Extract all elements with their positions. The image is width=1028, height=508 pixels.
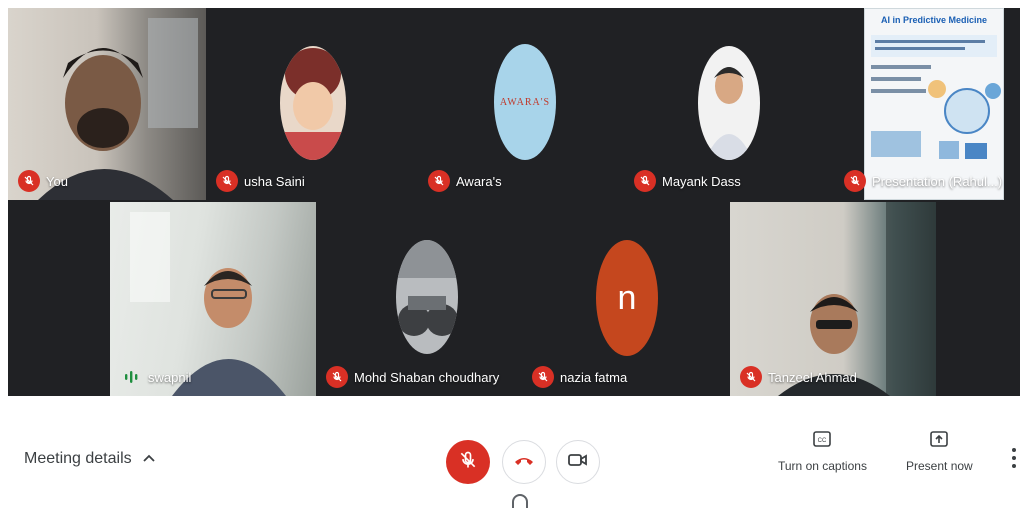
closed-caption-icon: CC [812,430,832,451]
avatar-initial: n [617,278,637,317]
slide-title: AI in Predictive Medicine [880,15,988,25]
avatar [698,46,760,160]
mic-off-icon [326,366,348,388]
tile-presentation-label: Presentation (Rahul...) [844,170,1002,192]
videocam-icon [568,452,588,473]
turn-on-captions-button[interactable]: CC Turn on captions [778,430,867,473]
avatar [280,46,346,160]
tile-tanzeel-ahmad-label: Tanzeel Ahmad [740,366,857,388]
tile-usha-saini-label: usha Saini [216,170,305,192]
bottom-control-bar: Meeting details CC Turn on captions Pres… [0,400,1028,508]
participant-name: Mayank Dass [662,173,741,189]
tile-you[interactable]: You [8,8,206,200]
mic-off-icon [428,170,450,192]
mic-off-icon [532,366,554,388]
svg-text:CC: CC [818,438,827,444]
mic-off-icon [18,170,40,192]
meeting-details-label: Meeting details [24,450,132,467]
avatar: n [596,240,658,356]
tile-awaras-label: Awara's [428,170,502,192]
tile-mayank-dass-label: Mayank Dass [634,170,741,192]
mic-toggle-button[interactable] [446,440,490,484]
tile-usha-saini[interactable]: usha Saini [206,8,418,200]
participant-name: nazia fatma [560,369,628,385]
more-controls-handle[interactable] [512,494,528,508]
participant-name: Presentation (Rahul...) [872,173,1003,189]
speaking-indicator-icon [120,366,142,388]
participant-grid: You usha Saini AWARA'S Awara's Mayank Da… [8,8,1020,396]
tile-swapnil[interactable]: swapnil [110,202,316,396]
mic-off-icon [844,170,866,192]
avatar [396,240,458,354]
avatar: AWARA'S [494,44,556,160]
mic-off-icon [216,170,238,192]
captions-label: Turn on captions [778,459,867,473]
participant-name: Awara's [456,173,502,189]
present-label: Present now [906,459,973,473]
grid-filler-left [8,202,110,396]
mic-off-icon [634,170,656,192]
participant-name: Tanzeel Ahmad [768,369,857,385]
tile-mohd-shaban-choudhary[interactable]: Mohd Shaban choudhary [316,202,522,396]
tile-awaras[interactable]: AWARA'S Awara's [418,8,624,200]
tile-you-label: You [18,170,68,192]
tile-mayank-dass[interactable]: Mayank Dass [624,8,834,200]
participant-name: usha Saini [244,173,305,189]
participant-name: You [46,173,68,189]
meeting-details-button[interactable]: Meeting details [24,450,156,468]
present-now-button[interactable]: Present now [906,430,973,473]
participant-name: Mohd Shaban choudhary [354,369,500,385]
awaras-logo-text: AWARA'S [499,96,551,108]
tile-swapnil-label: swapnil [120,366,191,388]
meeting-stage: You usha Saini AWARA'S Awara's Mayank Da… [0,0,1028,400]
more-options-button[interactable] [1008,446,1020,470]
leave-call-button[interactable] [502,440,546,484]
grid-filler-right [936,202,1020,396]
more-vert-icon [1008,448,1020,474]
mic-off-icon [740,366,762,388]
mic-off-icon [458,450,478,475]
tile-nazia-fatma-label: nazia fatma [532,366,627,388]
call-end-icon [513,453,535,472]
chevron-up-icon [142,450,156,468]
tile-presentation[interactable]: AI in Predictive Medicine Presentation (… [834,8,1020,200]
present-to-all-icon [929,430,949,451]
participant-name: swapnil [148,369,192,385]
tile-tanzeel-ahmad[interactable]: Tanzeel Ahmad [730,202,936,396]
slide-graphic [871,35,1001,159]
camera-toggle-button[interactable] [556,440,600,484]
tile-mohd-shaban-label: Mohd Shaban choudhary [326,366,499,388]
tile-nazia-fatma[interactable]: n nazia fatma [522,202,730,396]
